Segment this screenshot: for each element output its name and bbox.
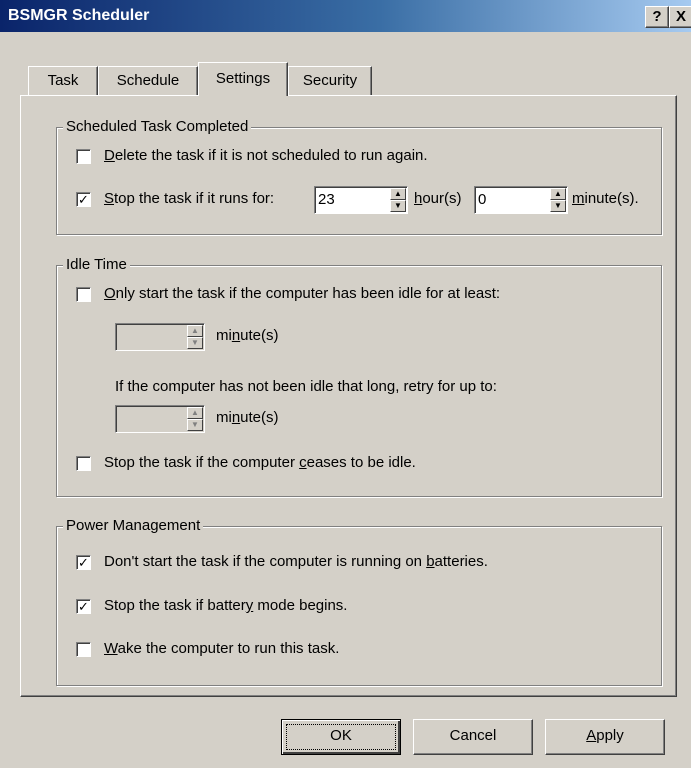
only-start-idle-label: Only start the task if the computer has … — [104, 285, 501, 302]
stop-task-runs-for-checkbox[interactable]: ✓ — [76, 192, 91, 207]
idle-minutes-spinner[interactable]: ▲ ▼ — [115, 323, 205, 351]
minutes-up-icon[interactable]: ▲ — [550, 188, 566, 200]
stop-battery-mode-checkbox[interactable]: ✓ — [76, 599, 91, 614]
minutes-label: minute(s). — [572, 190, 639, 207]
title-bar: BSMGR Scheduler ? X — [0, 0, 691, 32]
idle-minutes-up-icon[interactable]: ▲ — [187, 325, 203, 337]
apply-label: Apply — [586, 727, 624, 744]
minutes-value: 0 — [478, 191, 487, 208]
ok-button[interactable]: OK — [281, 719, 401, 755]
group-title-scheduled: Scheduled Task Completed — [63, 118, 252, 135]
stop-ceases-idle-label: Stop the task if the computer ceases to … — [104, 454, 416, 471]
group-scheduled-task-completed — [56, 127, 662, 235]
delete-task-checkbox[interactable] — [76, 149, 91, 164]
retry-minutes-up-icon[interactable]: ▲ — [187, 407, 203, 419]
hours-label: hour(s) — [414, 190, 462, 207]
tab-task-label: Task — [47, 72, 79, 89]
dont-start-batteries-checkbox[interactable]: ✓ — [76, 555, 91, 570]
stop-task-runs-for-label: Stop the task if it runs for: — [104, 190, 275, 207]
idle-minutes-label: minute(s) — [216, 327, 279, 344]
retry-minutes-spinner[interactable]: ▲ ▼ — [115, 405, 205, 433]
window-title: BSMGR Scheduler — [8, 7, 150, 24]
hours-up-icon[interactable]: ▲ — [390, 188, 406, 200]
hours-spinner[interactable]: 23 ▲ ▼ — [314, 186, 408, 214]
retry-minutes-label: minute(s) — [216, 409, 279, 426]
dont-start-batteries-label: Don't start the task if the computer is … — [104, 553, 488, 570]
tab-schedule-label: Schedule — [116, 72, 180, 89]
help-button[interactable]: ? — [645, 6, 669, 28]
close-button[interactable]: X — [669, 6, 691, 28]
cancel-label: Cancel — [449, 727, 497, 744]
minutes-spinner[interactable]: 0 ▲ ▼ — [474, 186, 568, 214]
stop-battery-mode-label: Stop the task if battery mode begins. — [104, 597, 348, 614]
wake-computer-checkbox[interactable] — [76, 642, 91, 657]
apply-button[interactable]: Apply — [545, 719, 665, 755]
tab-security[interactable]: Security — [288, 66, 372, 95]
only-start-idle-checkbox[interactable] — [76, 287, 91, 302]
tab-task[interactable]: Task — [28, 66, 98, 95]
ok-focus-ring — [286, 724, 396, 750]
cancel-button[interactable]: Cancel — [413, 719, 533, 755]
group-title-power: Power Management — [63, 517, 204, 534]
minutes-down-icon[interactable]: ▼ — [550, 200, 566, 212]
stop-ceases-idle-checkbox[interactable] — [76, 456, 91, 471]
retry-minutes-down-icon[interactable]: ▼ — [187, 419, 203, 431]
idle-minutes-down-icon[interactable]: ▼ — [187, 337, 203, 349]
retry-text: If the computer has not been idle that l… — [115, 378, 497, 395]
wake-computer-label: Wake the computer to run this task. — [104, 640, 340, 657]
hours-down-icon[interactable]: ▼ — [390, 200, 406, 212]
tab-schedule[interactable]: Schedule — [98, 66, 198, 95]
tab-security-label: Security — [302, 72, 358, 89]
group-title-idle: Idle Time — [63, 256, 130, 273]
tab-settings-label: Settings — [215, 70, 271, 87]
tab-settings[interactable]: Settings — [198, 62, 288, 96]
delete-task-label: Delete the task if it is not scheduled t… — [104, 147, 428, 164]
hours-value: 23 — [318, 191, 335, 208]
